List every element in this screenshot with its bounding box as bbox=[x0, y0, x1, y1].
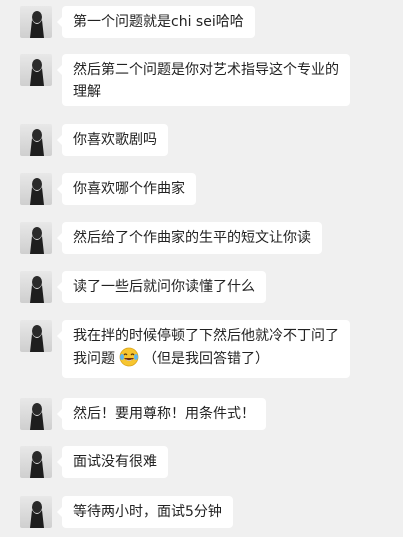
avatar-image bbox=[30, 227, 44, 254]
avatar-image bbox=[30, 59, 44, 86]
laughing-tears-icon bbox=[119, 347, 139, 367]
message-text: 然后！要用尊称！用条件式！ bbox=[73, 406, 255, 422]
avatar-image bbox=[30, 501, 44, 528]
message-text-line: 我问题 （但是我回答错了） bbox=[73, 347, 339, 370]
avatar[interactable] bbox=[20, 124, 52, 156]
message-text-fragment: （但是我回答错了） bbox=[143, 351, 269, 367]
message-text: 面试没有很难 bbox=[73, 454, 157, 470]
avatar[interactable] bbox=[20, 54, 52, 86]
message-text: 读了一些后就问你读懂了什么 bbox=[73, 279, 255, 295]
message-text-line: 理解 bbox=[73, 84, 101, 100]
message-bubble[interactable]: 然后！要用尊称！用条件式！ bbox=[57, 398, 266, 430]
avatar[interactable] bbox=[20, 173, 52, 205]
message-bubble[interactable]: 你喜欢歌剧吗 bbox=[57, 124, 168, 156]
message-bubble[interactable]: 等待两小时，面试5分钟 bbox=[57, 496, 233, 528]
avatar[interactable] bbox=[20, 6, 52, 38]
message-bubble[interactable]: 然后给了个作曲家的生平的短文让你读 bbox=[57, 222, 322, 254]
avatar-image bbox=[30, 178, 44, 205]
avatar[interactable] bbox=[20, 496, 52, 528]
avatar-image bbox=[30, 451, 44, 478]
message-bubble[interactable]: 面试没有很难 bbox=[57, 446, 168, 478]
message-text: 等待两小时，面试5分钟 bbox=[73, 504, 222, 520]
message-bubble[interactable]: 第一个问题就是chi sei哈哈 bbox=[57, 6, 255, 38]
message-bubble[interactable]: 我在拌的时候停顿了下然后他就冷不丁问了 我问题 （但是我回答错了） bbox=[57, 320, 350, 378]
avatar[interactable] bbox=[20, 446, 52, 478]
avatar[interactable] bbox=[20, 398, 52, 430]
avatar[interactable] bbox=[20, 222, 52, 254]
message-text-line: 我在拌的时候停顿了下然后他就冷不丁问了 bbox=[73, 328, 339, 344]
avatar-image bbox=[30, 325, 44, 352]
message-text: 你喜欢歌剧吗 bbox=[73, 132, 157, 148]
avatar-image bbox=[30, 276, 44, 303]
avatar-image bbox=[30, 11, 44, 38]
message-text-fragment: 我问题 bbox=[73, 351, 115, 367]
message-bubble[interactable]: 你喜欢哪个作曲家 bbox=[57, 173, 196, 205]
avatar[interactable] bbox=[20, 271, 52, 303]
avatar-image bbox=[30, 403, 44, 430]
message-text: 第一个问题就是chi sei哈哈 bbox=[73, 14, 244, 30]
message-text: 然后给了个作曲家的生平的短文让你读 bbox=[73, 230, 311, 246]
message-text: 你喜欢哪个作曲家 bbox=[73, 181, 185, 197]
avatar[interactable] bbox=[20, 320, 52, 352]
message-bubble[interactable]: 然后第二个问题是你对艺术指导这个专业的 理解 bbox=[57, 54, 350, 106]
message-bubble[interactable]: 读了一些后就问你读懂了什么 bbox=[57, 271, 266, 303]
message-text-line: 然后第二个问题是你对艺术指导这个专业的 bbox=[73, 62, 339, 78]
avatar-image bbox=[30, 129, 44, 156]
